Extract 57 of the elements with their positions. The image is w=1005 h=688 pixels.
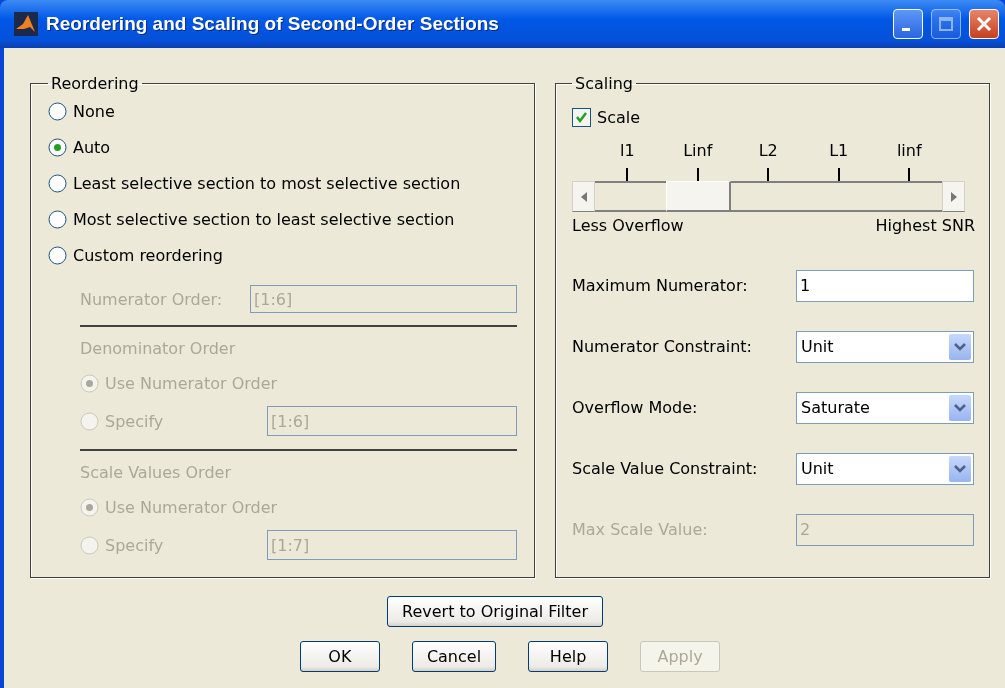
field-label: Numerator Constraint:: [572, 337, 753, 356]
peak-logo-icon: [14, 12, 38, 36]
dialog-button[interactable]: Cancel: [411, 641, 497, 672]
radio-label: Specify: [105, 411, 164, 431]
slider-min-label: Less Overflow: [572, 216, 684, 235]
group-title: Reordering: [50, 74, 140, 93]
chevron-down-icon: [954, 403, 966, 412]
slider-thumb[interactable]: [665, 181, 731, 212]
radio-label: Most selective section to least selective section: [73, 209, 455, 229]
tick-label: L2: [758, 141, 778, 160]
field-label: Scale Value Constraint:: [572, 459, 759, 478]
minimize-icon: [902, 27, 910, 31]
radio-button[interactable]: [48, 173, 67, 193]
dropdown[interactable]: Unit: [796, 330, 974, 363]
field-label: Overflow Mode:: [572, 398, 699, 417]
dialog-button[interactable]: OK: [299, 641, 380, 672]
chevron-down-icon: [954, 342, 966, 351]
tick-label: L1: [829, 141, 849, 160]
radio-label: Use Numerator Order: [105, 373, 278, 393]
dropdown[interactable]: Unit: [796, 452, 974, 485]
right-arrow-icon: [950, 191, 957, 202]
radio-button[interactable]: [48, 101, 67, 121]
left-arrow-icon: [580, 191, 587, 202]
dropdown[interactable]: Saturate: [796, 391, 974, 424]
maximize-button[interactable]: [931, 9, 961, 39]
tick-label: l1: [619, 141, 635, 160]
field-label: Maximum Numerator:: [572, 276, 749, 295]
revert-button[interactable]: Revert to Original Filter: [387, 596, 603, 627]
radio-label: Custom reordering: [73, 245, 223, 265]
radio-button[interactable]: [48, 137, 67, 157]
section-title: Scale Values Order: [80, 462, 231, 482]
left-arrow-button[interactable]: [572, 181, 595, 212]
radio-label: None: [73, 101, 115, 121]
radio-label: Specify: [105, 535, 164, 555]
right-arrow-button[interactable]: [942, 181, 965, 212]
radio-label: Auto: [73, 137, 111, 157]
radio-label: Least selective section to most selective section: [73, 173, 461, 193]
close-icon: [976, 16, 992, 32]
input-field[interactable]: 1: [796, 269, 974, 302]
checkbox[interactable]: [572, 107, 591, 127]
field-label: Numerator Order:: [80, 289, 224, 309]
tick-label: Linf: [683, 141, 713, 160]
dialog-button[interactable]: Help: [528, 641, 609, 672]
window-title: Reordering and Scaling of Second-Order Sections: [46, 13, 500, 35]
checkbox-label: Scale: [597, 107, 641, 127]
slider-max-label: Highest SNR: [875, 216, 975, 235]
minimize-button[interactable]: [893, 9, 923, 39]
section-title: Denominator Order: [80, 338, 236, 358]
field-label: Max Scale Value:: [572, 520, 709, 539]
group-title: Scaling: [574, 74, 634, 93]
tick-label: linf: [896, 141, 922, 160]
radio-button[interactable]: [48, 245, 67, 265]
maximize-icon: [939, 17, 953, 31]
chevron-down-icon: [954, 464, 966, 473]
radio-label: Use Numerator Order: [105, 497, 278, 517]
radio-button[interactable]: [48, 209, 67, 229]
close-button[interactable]: [969, 9, 999, 39]
